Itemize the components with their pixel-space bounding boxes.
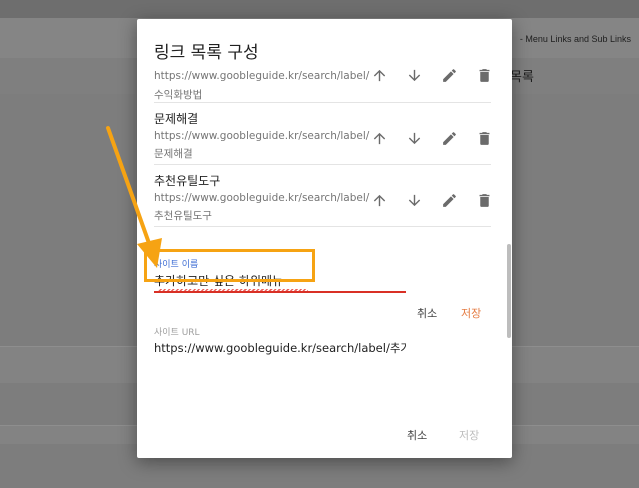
list-item: 문제해결 https://www.goobleguide.kr/search/l… [154, 103, 491, 165]
link-list[interactable]: https://www.goobleguide.kr/search/label/… [137, 67, 512, 357]
arrow-down-icon [408, 194, 421, 206]
form-cancel-button[interactable]: 취소 [417, 305, 437, 321]
edit-button[interactable] [432, 67, 467, 85]
trash-icon [479, 68, 490, 82]
dialog-cancel-button[interactable]: 취소 [407, 427, 427, 443]
move-up-button[interactable] [362, 67, 397, 85]
dialog-scrollbar[interactable] [507, 244, 511, 338]
delete-button[interactable] [467, 67, 502, 85]
list-item: 추천유틸도구 https://www.goobleguide.kr/search… [154, 165, 491, 227]
background-topbar [0, 0, 639, 18]
arrow-down-icon [408, 132, 421, 144]
row-actions [362, 67, 502, 85]
arrow-up-icon [373, 194, 386, 206]
move-down-button[interactable] [397, 190, 432, 210]
arrow-up-icon [373, 69, 386, 81]
row-name: 문제해결 [154, 112, 199, 126]
trash-icon [479, 193, 490, 207]
row-actions [362, 128, 502, 148]
row-label: 추천유틸도구 [154, 210, 212, 222]
move-up-button[interactable] [362, 190, 397, 210]
form-save-button[interactable]: 저장 [461, 305, 481, 321]
move-down-button[interactable] [397, 128, 432, 148]
pencil-icon [443, 193, 456, 207]
background-item-text: 목록 [510, 69, 534, 84]
arrow-down-icon [408, 69, 421, 81]
delete-button[interactable] [467, 128, 502, 148]
row-url: https://www.goobleguide.kr/search/label/ [154, 70, 370, 82]
list-item: https://www.goobleguide.kr/search/label/… [154, 67, 491, 103]
row-url: https://www.goobleguide.kr/search/label/ [154, 130, 370, 142]
row-label: 문제해결 [154, 148, 193, 160]
site-url-label: 사이트 URL [154, 328, 200, 338]
site-name-underline [154, 291, 406, 293]
dialog-save-button[interactable]: 저장 [459, 427, 479, 443]
row-name: 추천유틸도구 [154, 174, 221, 188]
pencil-icon [443, 68, 456, 82]
delete-button[interactable] [467, 190, 502, 210]
arrow-up-icon [373, 132, 386, 144]
annotation-highlight-box [144, 249, 315, 282]
trash-icon [479, 131, 490, 145]
move-up-button[interactable] [362, 128, 397, 148]
site-url-input[interactable] [154, 341, 406, 357]
edit-button[interactable] [432, 190, 467, 210]
move-down-button[interactable] [397, 67, 432, 85]
background-header-text: - Menu Links and Sub Links [519, 34, 631, 44]
edit-button[interactable] [432, 128, 467, 148]
pencil-icon [443, 131, 456, 145]
row-actions [362, 190, 502, 210]
link-list-dialog: 링크 목록 구성 https://www.goobleguide.kr/sear… [137, 19, 512, 458]
row-label: 수익화방법 [154, 89, 203, 101]
row-url: https://www.goobleguide.kr/search/label/ [154, 192, 370, 204]
dialog-title: 링크 목록 구성 [154, 43, 259, 63]
